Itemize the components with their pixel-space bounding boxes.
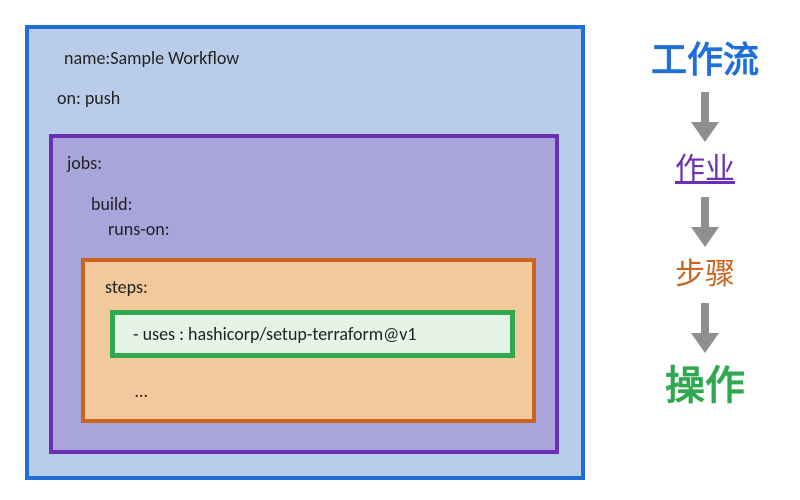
steps-label: steps:: [105, 276, 148, 298]
legend-job: 作业: [675, 154, 735, 186]
legend-workflow: 工作流: [651, 42, 759, 80]
more-label: …: [135, 380, 147, 402]
legend-action: 操作: [665, 365, 745, 407]
legend-column: 工作流 作业 步骤 操作: [625, 40, 785, 409]
workflow-on-line: on: push: [57, 87, 120, 109]
arrow-down-icon: [691, 92, 719, 142]
uses-line: - uses : hashicorp/setup-terraform@v1: [133, 323, 416, 345]
action-box: - uses : hashicorp/setup-terraform@v1: [110, 310, 515, 358]
build-label: build:: [91, 193, 132, 215]
workflow-name-line: name:Sample Workflow: [64, 47, 239, 69]
steps-box: steps: - uses : hashicorp/setup-terrafor…: [81, 258, 536, 423]
diagram-root: name:Sample Workflow on: push jobs: buil…: [0, 0, 800, 500]
legend-step: 步骤: [675, 259, 735, 291]
jobs-label: jobs:: [67, 152, 102, 174]
arrow-down-icon: [691, 303, 719, 353]
jobs-box: jobs: build: runs-on: steps: - uses : ha…: [49, 134, 559, 454]
workflow-box: name:Sample Workflow on: push jobs: buil…: [25, 25, 585, 480]
arrow-down-icon: [691, 197, 719, 247]
runs-on-label: runs-on:: [108, 218, 170, 240]
